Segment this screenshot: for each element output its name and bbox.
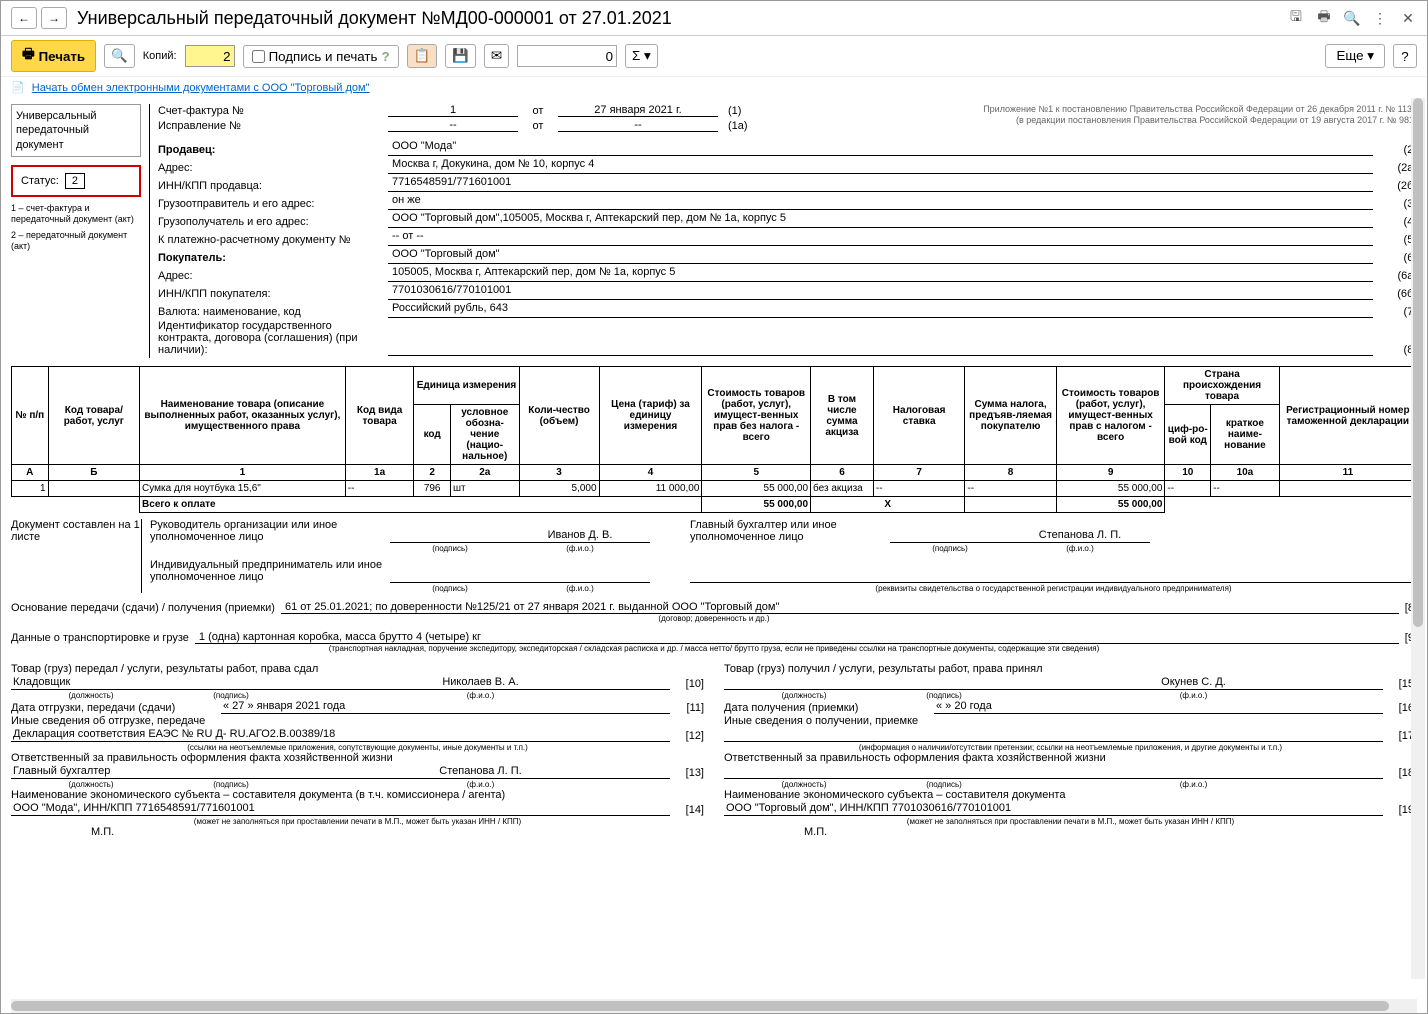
goods-table: № п/п Код товара/ работ, услуг Наименова… [11, 366, 1417, 513]
copies-input[interactable] [185, 45, 235, 67]
copies-label: Копий: [143, 50, 177, 62]
doc-pages: Документ составлен на 1 листе [11, 519, 141, 593]
window-title: Универсальный передаточный документ №МД0… [77, 8, 1287, 29]
doc-type-title: Универсальный передаточный документ [11, 104, 141, 157]
forward-button[interactable]: → [41, 7, 67, 29]
horizontal-scrollbar[interactable] [11, 999, 1417, 1013]
edi-icon: 📄 [11, 82, 25, 94]
print-button[interactable]: 🖶 Печать [11, 40, 96, 72]
save-doc-button[interactable]: 💾 [445, 44, 476, 68]
close-icon[interactable]: ✕ [1399, 9, 1417, 27]
edi-link[interactable]: Начать обмен электронными документами с … [32, 82, 370, 94]
email-button[interactable]: ✉ [484, 44, 509, 68]
print-preview-button[interactable]: 🔍 [104, 44, 135, 68]
preview-icon[interactable]: 🔍 [1343, 9, 1361, 27]
transfer-block: Товар (груз) передал / услуги, результат… [11, 663, 704, 838]
sign-checkbox[interactable] [252, 50, 265, 63]
sigma-button[interactable]: Σ ▾ [625, 44, 658, 68]
table-row: 1Сумка для ноутбука 15,6"-- 796шт5,00011… [12, 481, 1417, 497]
more-icon[interactable]: ⋮ [1371, 9, 1389, 27]
sum-input[interactable] [517, 45, 617, 67]
status-value: 2 [65, 173, 85, 189]
back-button[interactable]: ← [11, 7, 37, 29]
sign-print-button[interactable]: Подпись и печать ? [243, 45, 399, 68]
status-box: Статус: 2 [11, 165, 141, 197]
appendix-2: (в редакции постановления Правительства … [957, 115, 1417, 126]
print-icon[interactable]: 🖶 [1315, 9, 1333, 27]
template-button[interactable]: 📋 [407, 44, 438, 68]
status-legend-2: 2 – передаточный документ (акт) [11, 230, 141, 252]
receive-block: Товар (груз) получил / услуги, результат… [724, 663, 1417, 838]
save-icon[interactable]: 🖫 [1287, 9, 1305, 27]
appendix-1: Приложение №1 к постановлению Правительс… [957, 104, 1417, 115]
help-button[interactable]: ? [1393, 44, 1417, 68]
status-legend-1: 1 – счет-фактура и передаточный документ… [11, 203, 141, 225]
vertical-scrollbar[interactable] [1411, 98, 1425, 979]
more-button[interactable]: Еще ▾ [1325, 44, 1385, 68]
